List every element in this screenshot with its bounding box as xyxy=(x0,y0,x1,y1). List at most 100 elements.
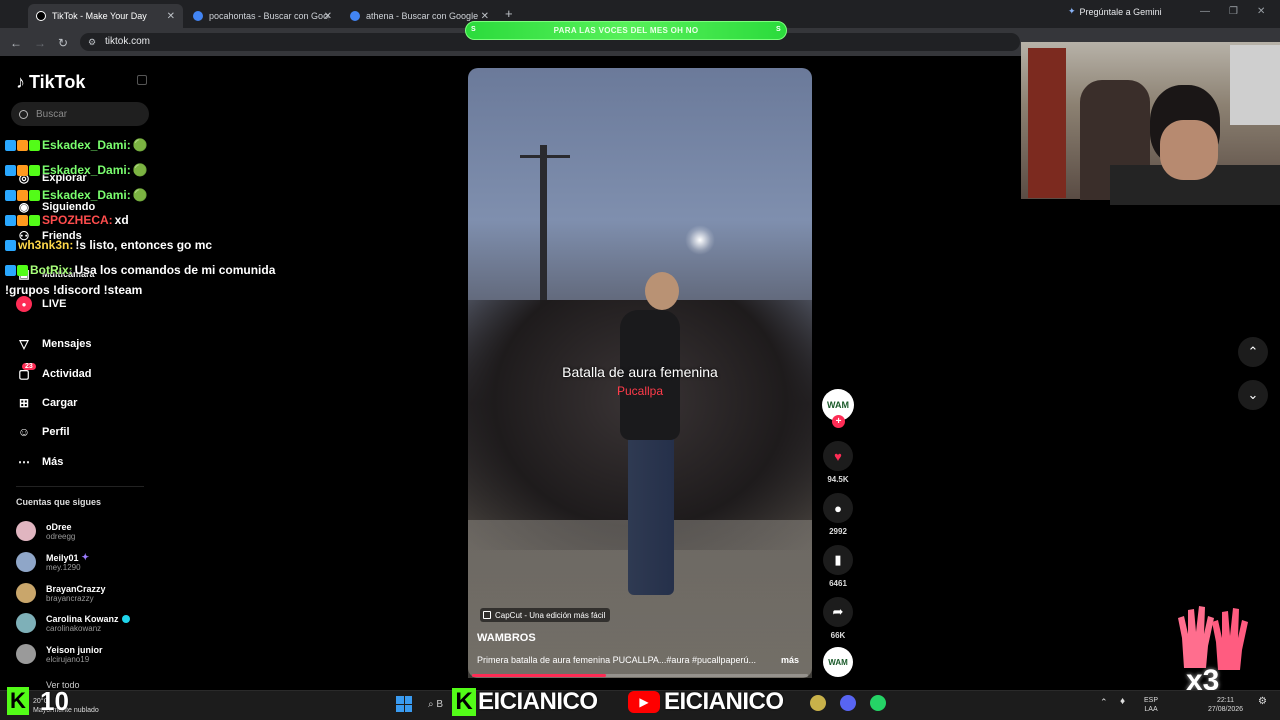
collapse-sidebar-icon[interactable] xyxy=(137,75,147,85)
kick-brand: K EICIANICO xyxy=(452,688,598,716)
clock-time: 22:11 xyxy=(1217,697,1235,704)
url-text[interactable]: tiktok.com xyxy=(105,36,150,47)
video-description: Primera batalla de aura femenina PUCALLP… xyxy=(477,655,756,665)
sidebar-item-live[interactable]: ● LIVE xyxy=(16,296,66,312)
following-name: Yeison junior xyxy=(46,644,103,655)
following-name: oDree xyxy=(46,521,72,532)
close-tab-icon[interactable]: ✕ xyxy=(167,11,175,22)
language-indicator[interactable]: ESP LAA xyxy=(1144,696,1158,714)
following-section-title: Cuentas que sigues xyxy=(16,497,102,507)
new-tab-button[interactable]: + xyxy=(505,6,513,21)
sidebar-item-label: LIVE xyxy=(42,298,67,310)
following-handle: odreegg xyxy=(46,531,76,541)
following-item[interactable]: Carolina Kowanz carolinakowanz xyxy=(16,613,130,633)
capcut-tag[interactable]: CapCut - Una edición más fácil xyxy=(480,608,611,622)
tab-pocahontas[interactable]: pocahontas - Buscar con Google ✕ xyxy=(185,4,340,28)
minimize-icon[interactable]: — xyxy=(1200,6,1210,17)
banner-left-mark: S xyxy=(471,26,476,33)
taskbar-search[interactable]: ⌕ B xyxy=(428,699,443,710)
comment-action[interactable]: ● 2992 xyxy=(822,493,854,536)
sidebar-item-cargar[interactable]: ⊞ Cargar xyxy=(16,395,78,411)
app-icon[interactable] xyxy=(810,695,826,711)
video-overlay-subtitle: Pucallpa xyxy=(616,384,664,398)
following-handle: carolinakowanz xyxy=(46,623,102,633)
gemini-button[interactable]: ✦ Pregúntale a Gemini xyxy=(1068,6,1162,17)
kick-brand-icon: K xyxy=(452,688,476,716)
microphone-icon[interactable]: ♦ xyxy=(1120,697,1125,707)
comment-icon[interactable]: ● xyxy=(823,493,853,523)
heart-icon[interactable]: ♥ xyxy=(823,441,853,471)
webcam-door xyxy=(1028,48,1066,198)
next-video-button[interactable]: ⌄ xyxy=(1238,380,1268,410)
chat-badges-icon xyxy=(5,189,40,201)
search-icon xyxy=(19,109,28,119)
following-name: BrayanCrazzy xyxy=(46,583,106,594)
chat-username: wh3nk3n: xyxy=(18,238,74,252)
screen: TikTok - Make Your Day ✕ pocahontas - Bu… xyxy=(0,0,1280,720)
avatar xyxy=(16,613,36,633)
chat-text: xd xyxy=(114,213,129,227)
chat-username: Eskadex_Dami: xyxy=(42,138,131,152)
video-author[interactable]: WAMBROS xyxy=(477,632,536,644)
maximize-icon[interactable]: ❐ xyxy=(1229,6,1238,17)
tab-tiktok[interactable]: TikTok - Make Your Day ✕ xyxy=(28,4,183,28)
whatsapp-icon[interactable] xyxy=(870,695,886,711)
save-action[interactable]: ▮ 6461 xyxy=(822,545,854,588)
share-count: 66K xyxy=(830,631,846,640)
like-action[interactable]: ♥ 94.5K xyxy=(822,441,854,484)
tray-chevron-up-icon[interactable]: ⌃ xyxy=(1100,698,1108,707)
chat-message: SPOZHECA: xd xyxy=(5,213,129,227)
video-progress-bar[interactable] xyxy=(472,674,808,677)
close-tab-icon[interactable]: ✕ xyxy=(324,11,332,22)
site-info-icon[interactable]: ⚙ xyxy=(88,37,96,48)
following-item[interactable]: oDree odreegg xyxy=(16,521,75,541)
sidebar-item-label: Perfil xyxy=(42,426,70,438)
keyboard-code: LAA xyxy=(1144,706,1158,713)
back-icon[interactable]: ← xyxy=(10,36,22,50)
windows-start-icon[interactable] xyxy=(396,696,412,712)
clock-date: 27/08/2026 xyxy=(1208,706,1244,713)
sidebar-item-perfil[interactable]: ☺ Perfil xyxy=(16,424,70,440)
share-action[interactable]: ➦ 66K xyxy=(822,597,854,640)
gemini-sparkle-icon: ✦ xyxy=(1068,6,1076,16)
close-tab-icon[interactable]: ✕ xyxy=(481,11,489,22)
chat-username: Eskadex_Dami: xyxy=(42,188,131,202)
gemini-label: Pregúntale a Gemini xyxy=(1079,6,1162,17)
tiktok-logo[interactable]: ♪ TikTok xyxy=(16,72,85,93)
forward-icon[interactable]: → xyxy=(34,36,46,50)
sidebar-item-mas[interactable]: ⋯ Más xyxy=(16,454,63,470)
chat-badges-icon xyxy=(5,214,40,226)
webcam-shelf xyxy=(1230,45,1280,125)
chat-badges-icon xyxy=(5,139,40,151)
live-icon: ● xyxy=(16,296,32,312)
capcut-icon xyxy=(483,611,491,619)
avatar xyxy=(16,644,36,664)
tiktok-favicon-icon xyxy=(36,11,46,21)
more-description-link[interactable]: más xyxy=(781,655,799,665)
chat-username: SPOZHECA: xyxy=(42,213,113,227)
save-count: 6461 xyxy=(829,579,847,588)
follow-plus-icon[interactable]: + xyxy=(832,415,845,428)
following-item[interactable]: Meily01 ✦ mey.1290 xyxy=(16,552,89,572)
bookmark-icon[interactable]: ▮ xyxy=(823,545,853,575)
close-window-icon[interactable]: ✕ xyxy=(1257,6,1265,17)
profile-icon: ☺ xyxy=(17,425,31,439)
following-item[interactable]: BrayanCrazzy brayancrazzy xyxy=(16,583,106,603)
comment-count: 2992 xyxy=(829,527,847,536)
previous-video-button[interactable]: ⌃ xyxy=(1238,337,1268,367)
music-disc-icon[interactable]: WAM xyxy=(823,647,853,677)
discord-icon[interactable] xyxy=(840,695,856,711)
clock[interactable]: 22:11 27/08/2026 xyxy=(1208,696,1243,714)
notification-icon[interactable]: ⚙ xyxy=(1258,697,1267,707)
search-input[interactable]: Buscar xyxy=(11,102,149,126)
chevron-up-icon: ⌃ xyxy=(1247,344,1259,359)
reload-icon[interactable]: ↻ xyxy=(58,36,68,50)
street-light xyxy=(685,225,715,255)
chat-text: 🟢 xyxy=(132,163,148,177)
share-icon[interactable]: ➦ xyxy=(823,597,853,627)
chat-message: Eskadex_Dami: 🟢 xyxy=(5,138,148,152)
sidebar-item-mensajes[interactable]: ▽ Mensajes xyxy=(16,336,91,352)
avatar xyxy=(16,521,36,541)
chat-message: wh3nk3n: !s listo, entonces go mc xyxy=(5,238,212,252)
following-item[interactable]: Yeison junior elcirujano19 xyxy=(16,644,103,664)
